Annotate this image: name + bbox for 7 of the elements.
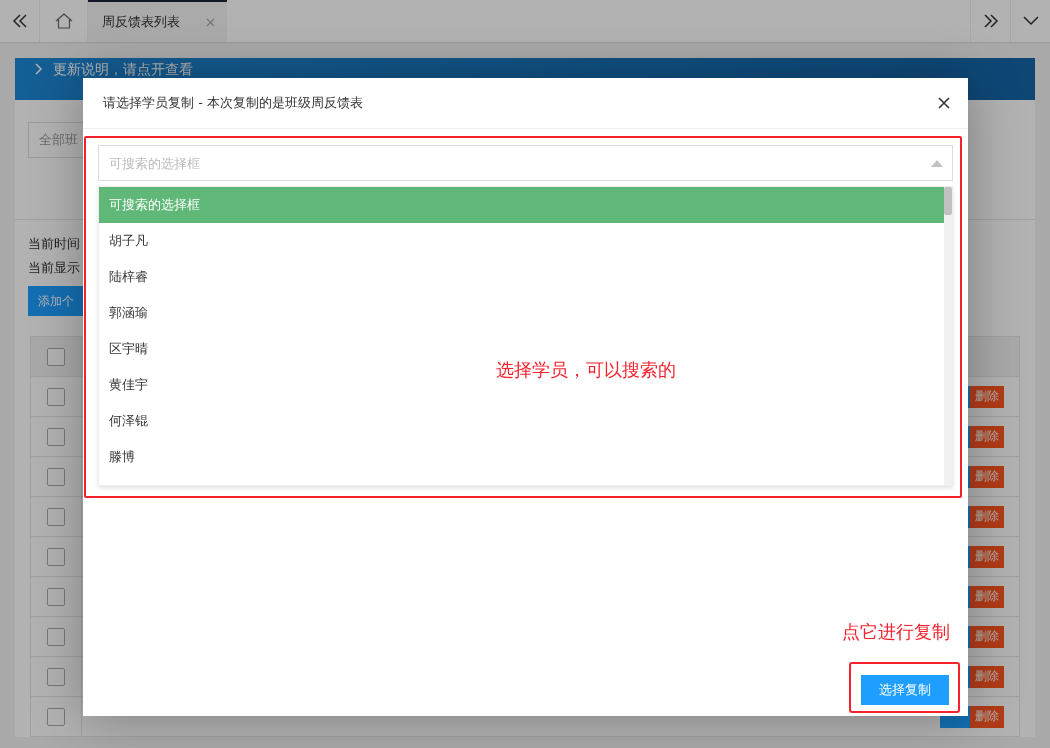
annotation-text: 点它进行复制 (842, 620, 950, 644)
info-text: 当前时间 (28, 235, 80, 253)
annotation-text: 选择学员，可以搜索的 (496, 358, 676, 382)
notice-text: 更新说明，请点开查看 (53, 61, 193, 77)
dialog-title: 请选择学员复制 - 本次复制的是班级周反馈表 (103, 94, 363, 112)
info-text: 当前显示 (28, 259, 80, 277)
tab-label: 周反馈表列表 (102, 13, 180, 31)
